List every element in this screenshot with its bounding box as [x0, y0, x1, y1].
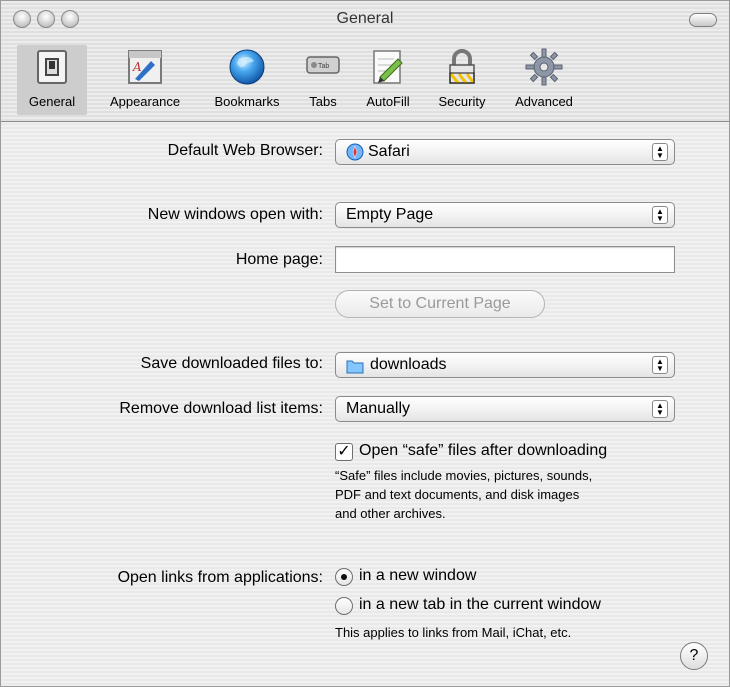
- tab-security-label: Security: [438, 94, 486, 109]
- tab-appearance-label: Appearance: [109, 94, 181, 109]
- appearance-icon: A: [128, 50, 162, 84]
- home-page-label: Home page:: [235, 251, 323, 268]
- open-links-note: This applies to links from Mail, iChat, …: [335, 625, 572, 640]
- tab-general-label: General: [28, 94, 76, 109]
- remove-downloads-value: Manually: [346, 400, 411, 417]
- popup-arrows-icon: ▲ ▼: [652, 143, 668, 161]
- padlock-icon: [449, 49, 475, 84]
- help-button[interactable]: ?: [680, 642, 708, 670]
- safari-compass-icon: [346, 143, 364, 161]
- safe-note-line-1: “Safe” files include movies, pictures, s…: [335, 468, 593, 483]
- radio-new-window[interactable]: [335, 568, 353, 586]
- tab-general[interactable]: General: [17, 45, 87, 115]
- safe-note-line-3: and other archives.: [335, 506, 446, 521]
- radio-new-window-label: in a new window: [359, 567, 477, 584]
- pencil-doc-icon: [373, 50, 403, 84]
- globe-icon: [229, 49, 265, 85]
- tab-advanced-label: Advanced: [515, 94, 573, 109]
- tab-icon: Tab: [306, 56, 340, 74]
- new-windows-value: Empty Page: [346, 206, 434, 223]
- tab-autofill-label: AutoFill: [366, 94, 410, 109]
- window-title: General: [336, 10, 394, 27]
- gear-icon: [525, 48, 563, 86]
- default-browser-popup[interactable]: Safari ▲ ▼: [335, 139, 675, 165]
- tab-appearance[interactable]: A Appearance: [97, 45, 193, 115]
- tab-tabs-label: Tabs: [309, 94, 337, 109]
- toolbar-toggle-button[interactable]: [689, 13, 717, 27]
- save-downloads-popup[interactable]: downloads ▲ ▼: [335, 352, 675, 378]
- save-downloads-label: Save downloaded files to:: [140, 355, 323, 372]
- radio-new-tab-label: in a new tab in the current window: [359, 596, 601, 613]
- svg-text:A: A: [132, 60, 142, 74]
- tab-tabs[interactable]: Tab Tabs: [299, 45, 347, 115]
- set-current-page-button[interactable]: Set to Current Page: [335, 290, 545, 318]
- safe-note-line-2: PDF and text documents, and disk images: [335, 487, 580, 502]
- tab-bookmarks[interactable]: Bookmarks: [203, 45, 291, 115]
- tab-autofill[interactable]: AutoFill: [353, 45, 423, 115]
- new-windows-label: New windows open with:: [147, 206, 323, 223]
- remove-downloads-popup[interactable]: Manually ▲ ▼: [335, 396, 675, 422]
- popup-arrows-icon: ▲ ▼: [652, 400, 668, 418]
- help-icon: ?: [689, 647, 699, 664]
- popup-arrows-icon: ▲ ▼: [652, 206, 668, 224]
- open-safe-label: Open “safe” files after downloading: [359, 442, 608, 459]
- open-safe-checkbox[interactable]: ✓: [335, 443, 353, 461]
- radio-selected-dot: [341, 574, 347, 580]
- tab-security[interactable]: Security: [429, 45, 495, 115]
- new-windows-popup[interactable]: Empty Page ▲ ▼: [335, 202, 675, 228]
- svg-text:Tab: Tab: [318, 63, 329, 70]
- switch-icon: [37, 50, 67, 84]
- home-page-input[interactable]: [335, 246, 675, 273]
- folder-icon: [346, 360, 364, 374]
- tab-bookmarks-label: Bookmarks: [214, 94, 280, 109]
- titlebar-toolbar: General General A Appearance Bookmarks T…: [1, 1, 729, 122]
- tab-advanced[interactable]: Advanced: [503, 45, 585, 115]
- open-links-label: Open links from applications:: [117, 569, 323, 586]
- preferences-window: General General A Appearance Bookmarks T…: [0, 0, 730, 687]
- default-browser-label: Default Web Browser:: [167, 142, 323, 159]
- save-downloads-value: downloads: [370, 356, 447, 373]
- remove-downloads-label: Remove download list items:: [119, 400, 323, 417]
- popup-arrows-icon: ▲ ▼: [652, 356, 668, 374]
- default-browser-value: Safari: [368, 143, 410, 160]
- radio-new-tab[interactable]: [335, 597, 353, 615]
- checkmark-icon: ✓: [337, 443, 351, 460]
